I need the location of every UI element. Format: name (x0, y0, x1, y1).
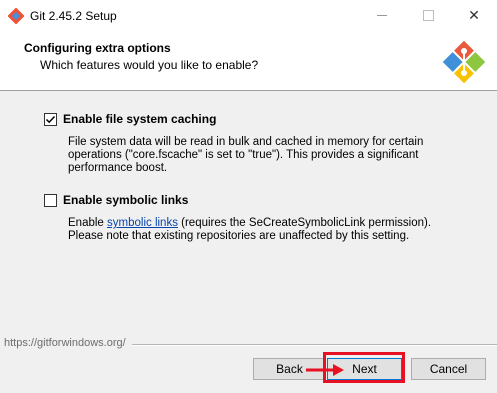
symlinks-checkbox[interactable] (44, 193, 57, 207)
fscache-checkbox[interactable] (44, 112, 57, 126)
symlinks-desc-line: Enable symbolic links (requires the SeCr… (68, 217, 431, 230)
fscache-desc-line: operations ("core.fscache" is set to "tr… (68, 149, 419, 161)
fscache-description: File system data will be read in bulk an… (68, 136, 423, 175)
window-title: Git 2.45.2 Setup (30, 9, 117, 23)
symbolic-links-link[interactable]: symbolic links (107, 217, 178, 229)
git-app-icon (8, 8, 24, 24)
cancel-button[interactable]: Cancel (411, 358, 486, 380)
title-bar: Git 2.45.2 Setup ✕ (0, 0, 497, 31)
fscache-label[interactable]: Enable file system caching (63, 112, 216, 126)
page-subtitle: Which features would you like to enable? (40, 58, 259, 72)
symlinks-desc-pre: Enable (68, 217, 108, 229)
minimize-icon (377, 15, 387, 16)
option-symlinks[interactable]: Enable symbolic links (44, 193, 188, 207)
fscache-desc-line: performance boost. (68, 162, 168, 174)
fscache-desc-line: File system data will be read in bulk an… (68, 136, 424, 148)
check-icon (45, 115, 56, 123)
footer-divider (132, 344, 497, 346)
page-title: Configuring extra options (24, 41, 171, 55)
maximize-icon (422, 10, 434, 21)
symlinks-desc-line: Please note that existing repositories a… (68, 230, 410, 242)
setup-window: Git 2.45.2 Setup ✕ Configuring extra opt… (0, 0, 497, 393)
symlinks-desc-post: (requires the SeCreateSymbolicLink permi… (177, 217, 432, 229)
minimize-button[interactable] (359, 0, 405, 31)
git-logo-icon (442, 40, 486, 84)
close-button[interactable]: ✕ (451, 0, 497, 31)
close-icon: ✕ (468, 7, 480, 23)
option-fscache[interactable]: Enable file system caching (44, 112, 216, 126)
symlinks-label[interactable]: Enable symbolic links (63, 193, 188, 207)
symlinks-description: Enable symbolic links (requires the SeCr… (68, 217, 431, 243)
wizard-header: Configuring extra options Which features… (0, 31, 497, 91)
footer-url: https://gitforwindows.org/ (4, 337, 126, 349)
maximize-button[interactable] (405, 0, 451, 31)
red-arrow-icon (306, 364, 344, 376)
